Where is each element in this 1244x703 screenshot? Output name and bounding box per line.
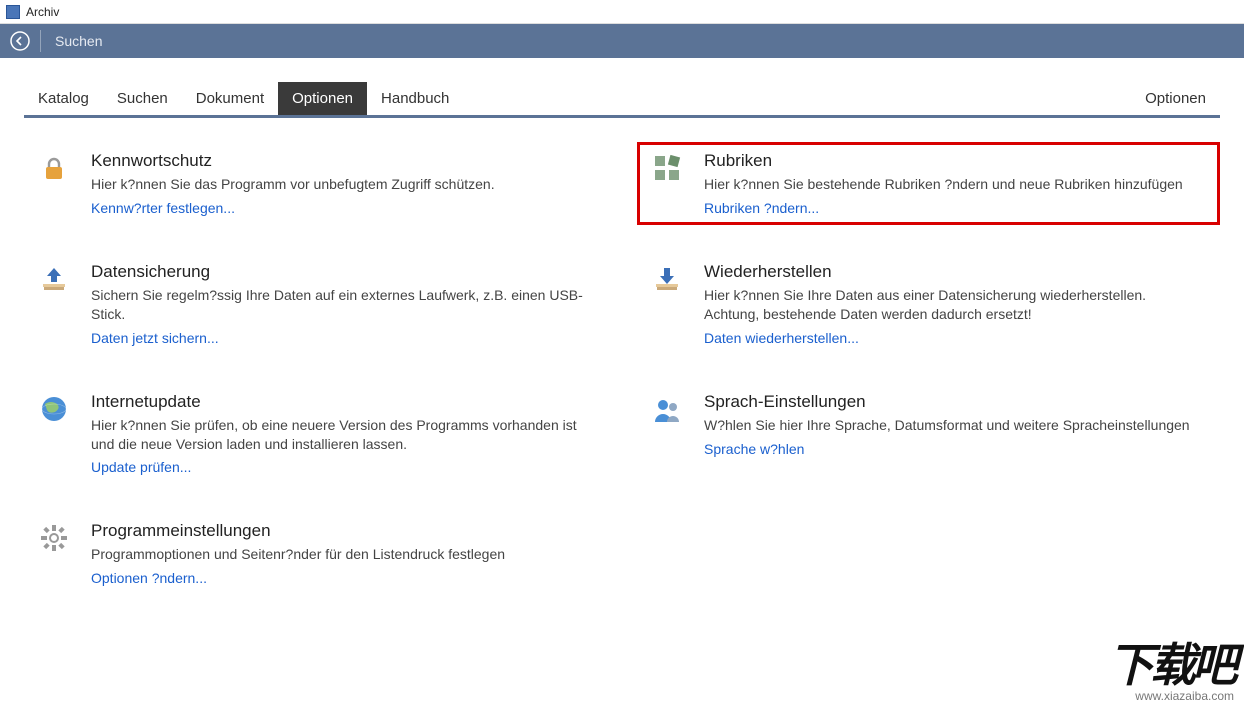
card-desc: Programmoptionen und Seitenr?nder für de… [91,545,591,564]
toolbar: Suchen [0,24,1244,58]
card-desc: Sichern Sie regelm?ssig Ihre Daten auf e… [91,286,591,324]
tab-dokument[interactable]: Dokument [182,82,278,115]
toolbar-search[interactable]: Suchen [41,33,116,49]
globe-icon [35,394,73,432]
card-backup: Datensicherung Sichern Sie regelm?ssig I… [24,253,607,355]
card-update: Internetupdate Hier k?nnen Sie prüfen, o… [24,383,607,485]
back-button[interactable] [0,24,40,58]
card-title: Wiederherstellen [704,262,1209,282]
window-title: Archiv [26,5,59,19]
card-language: Sprach-Einstellungen W?hlen Sie hier Ihr… [637,383,1220,485]
card-desc: Hier k?nnen Sie bestehende Rubriken ?nde… [704,175,1204,194]
card-restore: Wiederherstellen Hier k?nnen Sie Ihre Da… [637,253,1220,355]
tab-optionen-right[interactable]: Optionen [1131,82,1220,115]
options-grid: Kennwortschutz Hier k?nnen Sie das Progr… [0,118,1244,595]
tab-optionen[interactable]: Optionen [278,82,367,115]
grid-icon [648,153,686,191]
tab-strip: Katalog Suchen Dokument Optionen Handbuc… [24,82,1220,118]
card-settings: Programmeinstellungen Programmoptionen u… [24,512,607,595]
download-icon [648,264,686,302]
watermark-text: 下载吧 [1108,629,1234,695]
titlebar: Archiv [0,0,1244,24]
card-rubrics: Rubriken Hier k?nnen Sie bestehende Rubr… [637,142,1220,225]
card-title: Internetupdate [91,392,596,412]
back-arrow-icon [10,31,30,51]
card-title: Sprach-Einstellungen [704,392,1209,412]
card-desc: Hier k?nnen Sie Ihre Daten aus einer Dat… [704,286,1204,324]
app-icon [6,5,20,19]
card-title: Rubriken [704,151,1209,171]
tab-handbuch[interactable]: Handbuch [367,82,463,115]
card-title: Programmeinstellungen [91,521,596,541]
link-edit-rubrics[interactable]: Rubriken ?ndern... [704,200,1209,216]
watermark: 下载吧 www.xiazaiba.com [1108,629,1234,703]
upload-icon [35,264,73,302]
lock-icon [35,153,73,191]
link-backup-now[interactable]: Daten jetzt sichern... [91,330,596,346]
person-icon [648,394,686,432]
card-title: Kennwortschutz [91,151,596,171]
gear-icon [35,523,73,561]
card-password: Kennwortschutz Hier k?nnen Sie das Progr… [24,142,607,225]
link-check-update[interactable]: Update prüfen... [91,459,596,475]
card-desc: Hier k?nnen Sie prüfen, ob eine neuere V… [91,416,591,454]
link-choose-language[interactable]: Sprache w?hlen [704,441,1209,457]
card-desc: Hier k?nnen Sie das Programm vor unbefug… [91,175,591,194]
link-edit-options[interactable]: Optionen ?ndern... [91,570,596,586]
card-title: Datensicherung [91,262,596,282]
card-desc: W?hlen Sie hier Ihre Sprache, Datumsform… [704,416,1204,435]
link-restore-data[interactable]: Daten wiederherstellen... [704,330,1209,346]
link-set-password[interactable]: Kennw?rter festlegen... [91,200,596,216]
tab-suchen[interactable]: Suchen [103,82,182,115]
tab-katalog[interactable]: Katalog [24,82,103,115]
